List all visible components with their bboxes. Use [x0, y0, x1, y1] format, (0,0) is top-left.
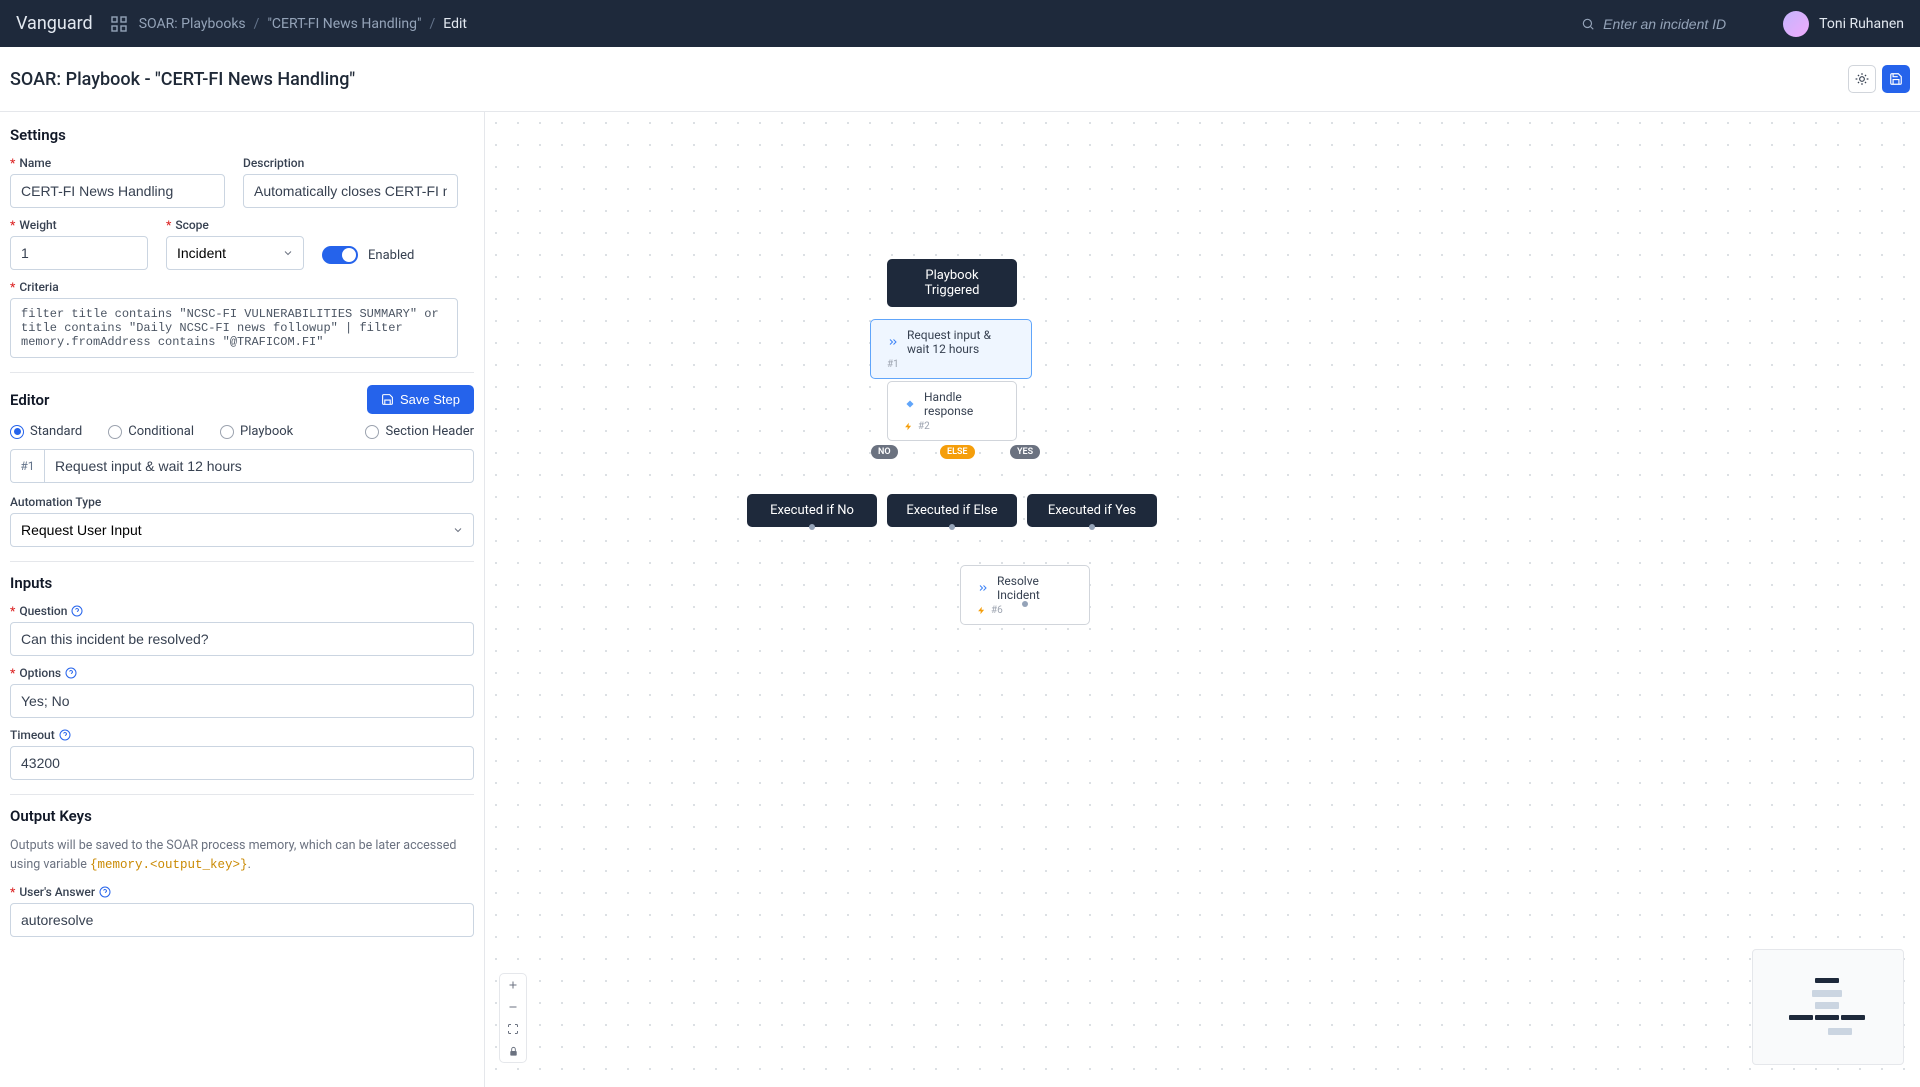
node-port	[1089, 524, 1095, 530]
app-header: Vanguard SOAR: Playbooks / "CERT-FI News…	[0, 0, 1920, 47]
radio-section-header[interactable]: Section Header	[365, 424, 474, 439]
radio-conditional[interactable]: Conditional	[108, 424, 194, 439]
chevrons-right-icon	[977, 582, 989, 594]
answer-field[interactable]	[10, 903, 474, 937]
question-field[interactable]	[10, 622, 474, 656]
save-icon	[381, 393, 394, 406]
minimap[interactable]	[1752, 949, 1904, 1065]
breadcrumb-sep: /	[429, 16, 435, 32]
settings-heading: Settings	[10, 126, 474, 144]
step-type-radio-group: Standard Conditional Playbook Section He…	[10, 424, 474, 439]
node-port	[949, 524, 955, 530]
editor-heading: Editor	[10, 391, 49, 409]
zoom-out-button[interactable]	[500, 996, 526, 1018]
output-heading: Output Keys	[10, 807, 474, 825]
description-field[interactable]	[243, 174, 458, 208]
node-port	[809, 524, 815, 530]
node-exec-no[interactable]: Executed if No	[747, 494, 877, 527]
enabled-toggle[interactable]	[322, 246, 358, 264]
node-port	[1022, 601, 1028, 607]
node-exec-yes[interactable]: Executed if Yes	[1027, 494, 1157, 527]
debug-button[interactable]	[1848, 65, 1876, 93]
breadcrumb-leaf: Edit	[443, 16, 467, 32]
name-field[interactable]	[10, 174, 225, 208]
badge-no: NO	[871, 445, 898, 459]
lightning-icon	[977, 606, 986, 615]
description-label: Description	[243, 156, 458, 170]
criteria-field[interactable]: filter title contains "NCSC-FI VULNERABI…	[10, 298, 458, 358]
scope-select[interactable]: Incident	[166, 236, 304, 270]
breadcrumb-sep: /	[254, 16, 260, 32]
help-icon[interactable]	[71, 605, 83, 617]
help-icon[interactable]	[59, 729, 71, 741]
fit-view-button[interactable]	[500, 1018, 526, 1040]
breadcrumb: SOAR: Playbooks / "CERT-FI News Handling…	[139, 16, 467, 32]
title-bar: SOAR: Playbook - "CERT-FI News Handling"	[0, 47, 1920, 112]
node-step-6[interactable]: Resolve Incident #6	[960, 565, 1090, 625]
automation-type-select[interactable]: Request User Input	[10, 513, 474, 547]
step-number-badge: #1	[10, 449, 44, 483]
question-label: *Question	[10, 604, 474, 618]
lightning-icon	[904, 422, 913, 431]
radio-playbook[interactable]: Playbook	[220, 424, 293, 439]
step-title-field[interactable]	[44, 449, 474, 483]
save-playbook-button[interactable]	[1882, 65, 1910, 93]
zoom-in-button[interactable]	[500, 974, 526, 996]
search-icon	[1581, 17, 1595, 31]
save-icon	[1889, 72, 1903, 86]
timeout-label: Timeout	[10, 728, 474, 742]
node-trigger[interactable]: Playbook Triggered	[887, 259, 1017, 307]
breadcrumb-item[interactable]: "CERT-FI News Handling"	[267, 16, 421, 32]
options-field[interactable]	[10, 684, 474, 718]
search-input[interactable]	[1603, 16, 1763, 32]
weight-field[interactable]	[10, 236, 148, 270]
canvas-controls	[499, 973, 527, 1063]
diamond-icon	[904, 398, 916, 410]
node-step-2[interactable]: Handle response #2	[887, 381, 1017, 441]
save-step-button[interactable]: Save Step	[367, 385, 474, 414]
bug-icon	[1855, 72, 1869, 86]
radio-standard[interactable]: Standard	[10, 424, 82, 439]
timeout-field[interactable]	[10, 746, 474, 780]
flow-edges	[485, 112, 785, 262]
automation-type-label: Automation Type	[10, 495, 474, 509]
node-step-1[interactable]: Request input & wait 12 hours #1	[870, 319, 1032, 379]
options-label: *Options	[10, 666, 474, 680]
plus-icon	[507, 979, 519, 991]
brand[interactable]: Vanguard	[16, 13, 93, 34]
chevrons-right-icon	[887, 336, 899, 348]
avatar	[1783, 11, 1809, 37]
inputs-heading: Inputs	[10, 574, 474, 592]
user-name: Toni Ruhanen	[1819, 16, 1904, 32]
badge-yes: YES	[1010, 445, 1040, 459]
node-exec-else[interactable]: Executed if Else	[887, 494, 1017, 527]
scope-label: *Scope	[166, 218, 304, 232]
apps-grid-icon[interactable]	[111, 16, 127, 32]
lock-icon	[508, 1046, 519, 1057]
enabled-label: Enabled	[368, 248, 414, 263]
maximize-icon	[507, 1023, 519, 1035]
name-label: *Name	[10, 156, 225, 170]
flow-canvas[interactable]: NO ELSE YES Playbook Triggered Request i…	[485, 112, 1920, 1087]
criteria-label: *Criteria	[10, 280, 474, 294]
help-icon[interactable]	[99, 886, 111, 898]
output-desc: Outputs will be saved to the SOAR proces…	[10, 837, 474, 875]
help-icon[interactable]	[65, 667, 77, 679]
answer-label: *User's Answer	[10, 885, 474, 899]
badge-else: ELSE	[940, 445, 975, 459]
minus-icon	[507, 1001, 519, 1013]
breadcrumb-root[interactable]: SOAR: Playbooks	[139, 16, 246, 32]
weight-label: *Weight	[10, 218, 148, 232]
lock-button[interactable]	[500, 1040, 526, 1062]
page-title: SOAR: Playbook - "CERT-FI News Handling"	[10, 69, 355, 90]
settings-panel: Settings *Name Description *Weight *Scop…	[0, 112, 485, 1087]
user-menu[interactable]: Toni Ruhanen	[1783, 11, 1904, 37]
incident-search[interactable]	[1581, 16, 1763, 32]
